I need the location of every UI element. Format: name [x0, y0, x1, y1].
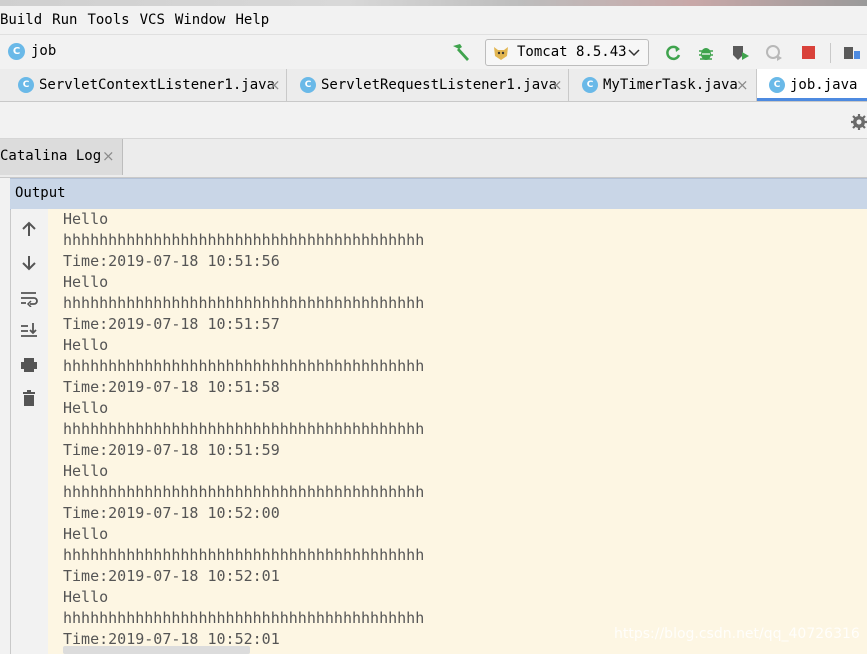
- console-line: Time:2019-07-18 10:52:01: [63, 567, 280, 585]
- console-line: Time:2019-07-18 10:51:58: [63, 378, 280, 396]
- console-line: hhhhhhhhhhhhhhhhhhhhhhhhhhhhhhhhhhhhhhhh: [63, 357, 425, 375]
- tool-window-toolbar: [0, 102, 867, 139]
- menu-build[interactable]: Build: [0, 7, 52, 33]
- tomcat-icon: [494, 47, 508, 60]
- log-tab-bar: Catalina Log ×: [0, 139, 867, 178]
- console-line: Time:2019-07-18 10:51:57: [63, 315, 280, 333]
- close-icon[interactable]: ×: [550, 76, 563, 94]
- panel-edge: [0, 178, 11, 654]
- editor-tab-bar: C ServletContextListener1.java × C Servl…: [0, 69, 867, 102]
- menu-help[interactable]: Help: [235, 7, 279, 33]
- tab-label: ServletContextListener1.java: [39, 77, 276, 93]
- tab-my-timer-task[interactable]: C MyTimerTask.java ×: [570, 69, 757, 101]
- class-icon: C: [769, 77, 785, 93]
- console-action-gutter: [11, 209, 49, 654]
- watermark: https://blog.csdn.net/qq_40726316: [614, 626, 860, 642]
- profiler-icon[interactable]: [764, 43, 784, 63]
- gear-icon[interactable]: [850, 113, 867, 131]
- run-configuration-select[interactable]: Tomcat 8.5.43: [485, 39, 649, 66]
- close-icon[interactable]: ×: [736, 76, 749, 94]
- tab-servlet-request-listener[interactable]: C ServletRequestListener1.java ×: [288, 69, 569, 101]
- tab-catalina-log[interactable]: Catalina Log ×: [0, 139, 123, 175]
- tab-label: job.java: [790, 77, 858, 93]
- menu-tools[interactable]: Tools: [87, 7, 139, 33]
- scroll-to-end-icon[interactable]: [20, 321, 38, 339]
- console-output[interactable]: Hello hhhhhhhhhhhhhhhhhhhhhhhhhhhhhhhhhh…: [48, 209, 867, 654]
- console-line: hhhhhhhhhhhhhhhhhhhhhhhhhhhhhhhhhhhhhhhh: [63, 483, 425, 501]
- tab-label: ServletRequestListener1.java: [321, 77, 558, 93]
- console-line: hhhhhhhhhhhhhhhhhhhhhhhhhhhhhhhhhhhhhhhh: [63, 546, 425, 564]
- console-line: hhhhhhhhhhhhhhhhhhhhhhhhhhhhhhhhhhhhhhhh: [63, 420, 425, 438]
- console-line: Hello: [63, 399, 109, 417]
- console-line: Time:2019-07-18 10:51:56: [63, 252, 280, 270]
- menu-run[interactable]: Run: [52, 7, 87, 33]
- console-line: Time:2019-07-18 10:51:59: [63, 441, 280, 459]
- tab-job[interactable]: C job.java: [757, 69, 867, 101]
- console-line: Hello: [63, 210, 109, 228]
- trash-icon[interactable]: [20, 389, 38, 407]
- print-icon[interactable]: [20, 356, 38, 374]
- console-line: hhhhhhhhhhhhhhhhhhhhhhhhhhhhhhhhhhhhhhhh: [63, 294, 425, 312]
- output-header: Output: [10, 178, 867, 210]
- rerun-icon[interactable]: [663, 43, 683, 63]
- menu-vcs[interactable]: VCS: [140, 7, 175, 33]
- navigation-bar: C job Tomcat 8.5.43: [0, 34, 867, 70]
- class-icon: C: [300, 77, 316, 93]
- soft-wrap-icon[interactable]: [20, 289, 38, 307]
- coverage-shield-icon[interactable]: [730, 43, 750, 63]
- project-structure-icon[interactable]: [842, 43, 862, 63]
- close-icon[interactable]: ×: [268, 76, 281, 94]
- console-line: hhhhhhhhhhhhhhhhhhhhhhhhhhhhhhhhhhhhhhhh: [63, 231, 425, 249]
- class-icon: C: [8, 43, 25, 60]
- close-icon[interactable]: ×: [102, 147, 115, 165]
- run-configuration-label: Tomcat 8.5.43: [517, 44, 627, 60]
- arrow-up-icon[interactable]: [20, 220, 38, 238]
- class-icon: C: [18, 77, 34, 93]
- console-line: hhhhhhhhhhhhhhhhhhhhhhhhhhhhhhhhhhhhhhhh: [63, 609, 425, 627]
- output-title: Output: [15, 185, 66, 201]
- build-hammer-icon[interactable]: [450, 41, 472, 63]
- console-line: Hello: [63, 525, 109, 543]
- console-line: Hello: [63, 273, 109, 291]
- toolbar-separator: [830, 43, 831, 63]
- tab-label: Catalina Log: [0, 148, 102, 164]
- console-line: Hello: [63, 588, 109, 606]
- arrow-down-icon[interactable]: [20, 254, 38, 272]
- console-line: Hello: [63, 336, 109, 354]
- menu-bar: Build Run Tools VCS Window Help: [0, 6, 867, 34]
- breadcrumb-job[interactable]: job: [31, 43, 56, 59]
- tab-servlet-context-listener[interactable]: C ServletContextListener1.java ×: [6, 69, 287, 101]
- console-line: Hello: [63, 462, 109, 480]
- menu-window[interactable]: Window: [175, 7, 236, 33]
- console-line: Time:2019-07-18 10:52:00: [63, 504, 280, 522]
- class-icon: C: [582, 77, 598, 93]
- tab-label: MyTimerTask.java: [603, 77, 738, 93]
- horizontal-scrollbar[interactable]: [63, 646, 250, 654]
- stop-icon[interactable]: [799, 43, 819, 63]
- debug-bug-icon[interactable]: [696, 43, 716, 63]
- chevron-down-icon: [628, 49, 640, 57]
